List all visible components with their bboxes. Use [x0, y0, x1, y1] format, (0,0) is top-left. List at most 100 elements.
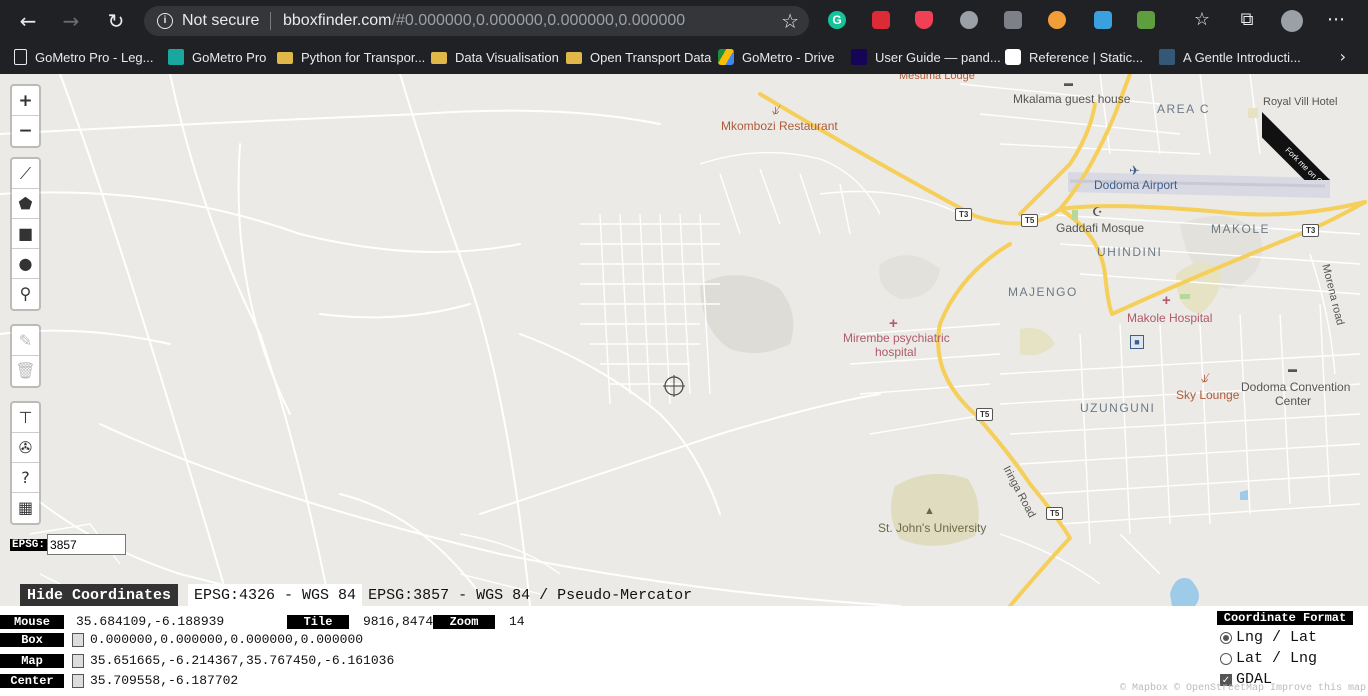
- tab-epsg-4326[interactable]: EPSG:4326 - WGS 84: [188, 584, 363, 606]
- google-icon: [1005, 49, 1021, 65]
- zoom-in-button[interactable]: +: [12, 86, 39, 116]
- bookmark-item[interactable]: GoMetro Pro - Leg...: [14, 48, 154, 66]
- mouse-label: Mouse: [0, 615, 64, 629]
- coordinates-panel: Mouse 35.684109,-6.188939 Tile 9816,8474…: [0, 606, 1368, 696]
- pocket-extension-icon[interactable]: [915, 11, 933, 29]
- bookmark-label: User Guide — pand...: [875, 49, 1001, 65]
- bookmark-item[interactable]: Data Visualisation: [431, 48, 559, 66]
- grid-icon[interactable]: ▦: [12, 493, 39, 523]
- map-label-makole: MAKOLE: [1211, 222, 1271, 236]
- bookmark-item[interactable]: Python for Transpor...: [277, 48, 425, 66]
- pandas-icon: [851, 49, 867, 65]
- bus-station-icon: ■: [1130, 335, 1144, 349]
- crosshair-icon: [663, 375, 685, 397]
- format-option-lnglat[interactable]: Lng / Lat: [1220, 629, 1317, 646]
- hide-coordinates-button[interactable]: Hide Coordinates: [20, 584, 179, 606]
- map-value: 35.651665,-6.214367,35.767450,-6.161036: [90, 653, 395, 668]
- extension-icon[interactable]: [1094, 11, 1112, 29]
- browser-chrome: ← → ↻ i Not secure bboxfinder.com/#0.000…: [0, 0, 1368, 74]
- reload-button[interactable]: ↻: [103, 8, 129, 34]
- bookmark-item[interactable]: A Gentle Introducti...: [1159, 48, 1301, 66]
- chevron-right-icon[interactable]: ›: [1340, 47, 1346, 66]
- epsg-label: EPSG:: [10, 538, 48, 551]
- draw-toolbar: ⟋ ⬟ ■ ● ⚲: [10, 157, 41, 311]
- radio-latlng[interactable]: [1220, 652, 1232, 665]
- extension-icon[interactable]: [960, 11, 978, 29]
- draw-rectangle-icon[interactable]: ■: [12, 219, 39, 249]
- not-secure-label: Not secure: [182, 12, 260, 29]
- more-menu-icon[interactable]: ⋯: [1326, 10, 1346, 30]
- draw-circle-icon[interactable]: ●: [12, 249, 39, 279]
- map-label-airport: Dodoma Airport: [1094, 178, 1178, 192]
- locate-icon[interactable]: ✇: [12, 433, 39, 463]
- grammarly-extension-icon[interactable]: G: [828, 11, 846, 29]
- back-button[interactable]: ←: [15, 8, 41, 34]
- bookmark-item[interactable]: Open Transport Data: [566, 48, 711, 66]
- favorites-icon[interactable]: ☆: [1192, 10, 1212, 30]
- draw-polyline-icon[interactable]: ⟋: [12, 159, 39, 189]
- coordinate-format-title: Coordinate Format: [1217, 611, 1353, 625]
- github-ribbon[interactable]: Fork me on GitHub: [1262, 74, 1368, 180]
- text-box-icon[interactable]: ⊤: [12, 403, 39, 433]
- extension-icon[interactable]: [1137, 11, 1155, 29]
- copy-center-icon[interactable]: [72, 674, 84, 688]
- collections-icon[interactable]: ⧉: [1237, 10, 1257, 30]
- bookmark-item[interactable]: User Guide — pand...: [851, 48, 1001, 66]
- info-icon[interactable]: i: [157, 13, 173, 29]
- url-text[interactable]: bboxfinder.com/#0.000000,0.000000,0.0000…: [283, 12, 685, 30]
- bookmark-item[interactable]: GoMetro - Drive: [718, 48, 834, 66]
- map-label-makole-hospital: Makole Hospital: [1127, 311, 1213, 325]
- tools-toolbar: ⊤ ✇ ? ▦: [10, 401, 41, 525]
- address-bar[interactable]: i Not secure bboxfinder.com/#0.000000,0.…: [144, 6, 809, 36]
- folder-icon: [277, 52, 293, 64]
- zoom-out-button[interactable]: −: [12, 116, 39, 146]
- copy-box-icon[interactable]: [72, 633, 84, 647]
- hospital-icon: +: [889, 315, 898, 332]
- profile-avatar-icon[interactable]: [1281, 10, 1303, 32]
- extension-icon[interactable]: [1048, 11, 1066, 29]
- tab-epsg-3857[interactable]: EPSG:3857 - WGS 84 / Pseudo-Mercator: [362, 584, 698, 606]
- hospital-icon: +: [1162, 292, 1171, 309]
- page-icon: [14, 49, 27, 65]
- extension-icon[interactable]: [1004, 11, 1022, 29]
- format-option-label: Lat / Lng: [1236, 650, 1318, 667]
- draw-polygon-icon[interactable]: ⬟: [12, 189, 39, 219]
- forward-button[interactable]: →: [58, 8, 84, 34]
- map-label-gaddafi: Gaddafi Mosque: [1056, 221, 1145, 235]
- browser-toolbar: ← → ↻ i Not secure bboxfinder.com/#0.000…: [0, 0, 1368, 41]
- tile-label: Tile: [287, 615, 349, 629]
- lodging-icon: ▬: [1064, 78, 1073, 88]
- bookmark-label: Data Visualisation: [455, 49, 559, 65]
- road-shield-t3: T3: [1302, 224, 1320, 237]
- bookmark-label: GoMetro Pro - Leg...: [35, 49, 154, 65]
- zoom-control: + −: [10, 84, 41, 148]
- map-canvas[interactable]: ⫝̸ ⫝̸ ✈ ☪ + + ▲ ■ ▬ ▬ Mesuma Lodge Mkala…: [0, 74, 1368, 606]
- mendeley-extension-icon[interactable]: [872, 11, 890, 29]
- copy-map-icon[interactable]: [72, 654, 84, 668]
- map-label-uzunguni: UZUNGUNI: [1080, 401, 1156, 415]
- map-label-mirembe-line1: Mirembe psychiatric: [843, 331, 950, 345]
- tile-value: 9816,8474: [363, 614, 434, 629]
- format-option-latlng[interactable]: Lat / Lng: [1220, 650, 1317, 667]
- radio-lnglat[interactable]: [1220, 631, 1232, 644]
- star-icon[interactable]: ☆: [781, 9, 799, 33]
- map-label-mkalama: Mkalama guest house: [1013, 92, 1131, 106]
- university-icon: ▲: [924, 505, 935, 517]
- map-label-mesuma-lodge: Mesuma Lodge: [899, 74, 975, 82]
- epsg-input[interactable]: [47, 534, 127, 555]
- map-attribution[interactable]: © Mapbox © OpenStreetMap Improve this ma…: [1120, 683, 1366, 694]
- edit-toolbar: ✎ 🗑: [10, 324, 41, 388]
- bookmark-item[interactable]: Reference | Static...: [1005, 48, 1143, 66]
- edit-layers-icon[interactable]: ✎: [12, 326, 39, 356]
- format-option-label: Lng / Lat: [1236, 629, 1318, 646]
- bookmark-item[interactable]: GoMetro Pro: [168, 48, 266, 66]
- delete-layers-icon[interactable]: 🗑: [12, 356, 39, 386]
- folder-icon: [566, 52, 582, 64]
- road-shield-t5: T5: [976, 408, 994, 421]
- bookmark-label: GoMetro - Drive: [742, 49, 835, 65]
- github-ribbon-text: Fork me on GitHub: [1262, 110, 1368, 180]
- map-label: Map: [0, 654, 64, 668]
- bookmark-label: Open Transport Data: [590, 49, 712, 65]
- draw-marker-icon[interactable]: ⚲: [12, 279, 39, 309]
- help-icon[interactable]: ?: [12, 463, 39, 493]
